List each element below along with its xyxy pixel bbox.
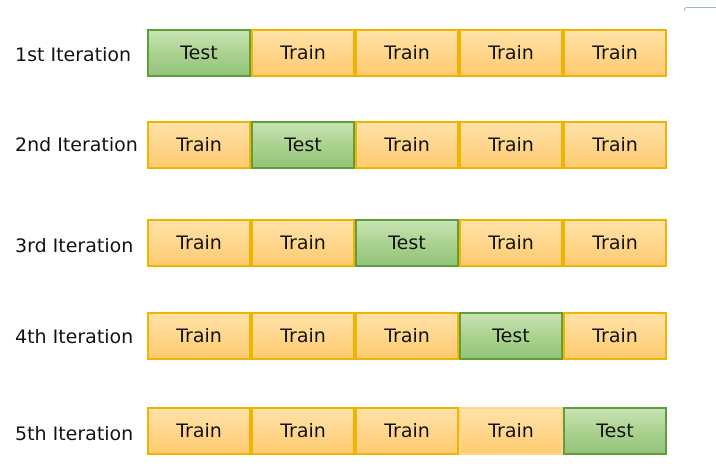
train-fold-cell: Train	[147, 121, 251, 169]
train-fold-cell: Train	[355, 407, 459, 455]
train-fold-cell: Train	[459, 219, 563, 267]
train-fold-cell: Train	[251, 312, 355, 360]
train-fold-cell: Train	[147, 407, 251, 455]
train-fold-cell: Train	[355, 121, 459, 169]
train-fold-cell: Train	[355, 29, 459, 77]
train-fold-cell: Train	[147, 219, 251, 267]
train-fold-cell: Train	[459, 121, 563, 169]
test-fold-cell: Test	[251, 121, 355, 169]
test-fold-cell: Test	[459, 312, 563, 360]
test-fold-cell: Test	[147, 29, 251, 77]
train-fold-cell: Train	[251, 219, 355, 267]
train-fold-cell: Train	[459, 29, 563, 77]
row-label: 5th Iteration	[15, 423, 134, 445]
train-fold-cell: Train	[563, 29, 667, 77]
train-fold-cell: Train	[563, 312, 667, 360]
row-label: 4th Iteration	[15, 326, 134, 348]
row-label: 2nd Iteration	[15, 134, 138, 156]
train-fold-cell: Train	[251, 29, 355, 77]
train-fold-cell: Train	[459, 407, 563, 455]
train-fold-cell: Train	[147, 312, 251, 360]
test-fold-cell: Test	[355, 219, 459, 267]
train-fold-cell: Train	[355, 312, 459, 360]
train-fold-cell: Train	[563, 219, 667, 267]
train-fold-cell: Train	[563, 121, 667, 169]
test-fold-cell: Test	[563, 407, 667, 455]
corner-mark	[684, 7, 716, 11]
row-label: 1st Iteration	[15, 44, 132, 66]
row-label: 3rd Iteration	[15, 235, 134, 257]
train-fold-cell: Train	[251, 407, 355, 455]
